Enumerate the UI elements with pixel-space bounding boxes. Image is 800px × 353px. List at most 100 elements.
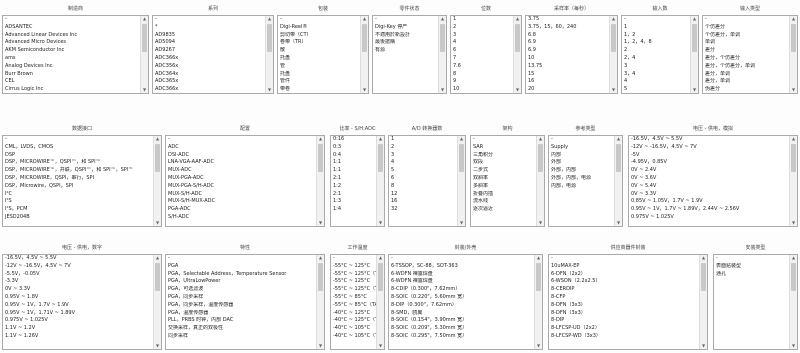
scroll-up-arrow-icon[interactable]: ▲	[615, 136, 622, 142]
filter-option[interactable]: 0.95V ~ 1V，1.7V ~ 1.89V，2.44V ~ 2.56V	[629, 206, 789, 214]
scrollbar[interactable]: ▲ ▼	[513, 16, 521, 93]
scroll-thumb[interactable]	[318, 263, 323, 291]
filter-option[interactable]: LNA-VGA-AAF-ADC	[166, 159, 316, 167]
filter-option[interactable]: 0.975V ~ 1.025V	[3, 317, 153, 325]
filter-option[interactable]: 10	[526, 55, 609, 63]
scroll-thumb[interactable]	[378, 144, 383, 172]
filter-option[interactable]: ADC	[166, 144, 316, 152]
filter-option[interactable]: -	[703, 16, 789, 24]
scroll-down-arrow-icon[interactable]: ▼	[458, 220, 465, 226]
filter-option[interactable]: 3.75，15，60，240	[526, 24, 609, 32]
filter-option[interactable]: 单调	[703, 39, 789, 47]
filter-option[interactable]: ADC365x	[153, 78, 265, 86]
filter-option[interactable]: -55°C ~ 125°C（TA）	[331, 271, 376, 279]
scroll-up-arrow-icon[interactable]: ▲	[317, 136, 324, 142]
filter-option[interactable]: -12V ~ -16.5V，4.5V ~ 7V	[3, 263, 153, 271]
filter-option[interactable]: -	[331, 255, 376, 263]
filter-option[interactable]: PGA，可选滤波	[166, 286, 316, 294]
filter-option[interactable]: DSP，MICROWIRE，QSPI，串行，SPI	[3, 175, 153, 183]
filter-option[interactable]: DSP	[3, 152, 153, 160]
scroll-down-arrow-icon[interactable]: ▼	[154, 343, 161, 349]
filter-option[interactable]: MUX-ADC	[166, 167, 316, 175]
filter-option[interactable]: 3，4	[622, 71, 690, 79]
scrollbar[interactable]: ▲ ▼	[438, 16, 446, 93]
filter-option[interactable]: 0.85V ~ 1.05V，1.7V ~ 1.9V	[629, 198, 789, 206]
filter-option[interactable]: 1:3	[331, 198, 376, 206]
filter-listbox[interactable]: - 个仿差分 个仿差分，单调 单调 差分 差分，个仿差分 差分，个仿差分，单调 差分，单调 差分…	[702, 15, 798, 94]
scroll-down-arrow-icon[interactable]: ▼	[377, 343, 384, 349]
filter-option[interactable]: -	[278, 16, 360, 24]
filter-listbox[interactable]: 3.75 3.75，15，60，240 6.8 6.9 6.9 10 13.75 15 16 20…	[525, 15, 618, 94]
filter-option[interactable]: -16.5V，4.5V ~ 5.5V	[3, 255, 153, 263]
filter-option[interactable]: 6-WSON（2.2x2.5）	[549, 278, 699, 286]
filter-option[interactable]: 4	[451, 39, 513, 47]
filter-option[interactable]: 8-SMD，鸥翼	[389, 310, 534, 318]
filter-option[interactable]: Digi-Reel®	[278, 24, 360, 32]
filter-listbox[interactable]: - PGA PGA，Selectable Address，Temperature S…	[165, 254, 325, 350]
filter-option[interactable]: 1	[389, 136, 457, 144]
filter-option[interactable]: -	[3, 16, 140, 24]
filter-option[interactable]: -5V	[629, 152, 789, 160]
filter-option[interactable]: I²S，PCM	[3, 206, 153, 214]
scroll-up-arrow-icon[interactable]: ▲	[610, 16, 617, 22]
filter-listbox[interactable]: -6-TSSOP，SC-88，SOT-363 6-WDFN 裸露焊盘 6-WDFN …	[388, 254, 543, 350]
filter-option[interactable]: PGA，同步采样	[166, 294, 316, 302]
filter-option[interactable]: PGA，UltraLowPower	[166, 278, 316, 286]
filter-option[interactable]: -	[389, 255, 534, 263]
filter-option[interactable]: 7	[451, 55, 513, 63]
scroll-down-arrow-icon[interactable]: ▼	[317, 343, 324, 349]
filter-option[interactable]: 差分，个仿差分，单调	[703, 63, 789, 71]
filter-option[interactable]: 三角积分	[471, 152, 536, 160]
filter-option[interactable]: 0:3	[331, 144, 376, 152]
filter-option[interactable]: 10	[451, 86, 513, 93]
filter-option[interactable]: 8-SOIC（0.295"，7.50mm 宽）	[389, 333, 534, 341]
scroll-down-arrow-icon[interactable]: ▼	[317, 220, 324, 226]
scrollbar[interactable]: ▲ ▼	[789, 136, 797, 226]
filter-option[interactable]: 双段	[471, 159, 536, 167]
scroll-down-arrow-icon[interactable]: ▼	[154, 220, 161, 226]
filter-option[interactable]: 8	[451, 71, 513, 79]
scrollbar[interactable]: ▲ ▼	[690, 16, 698, 93]
scroll-up-arrow-icon[interactable]: ▲	[317, 255, 324, 261]
filter-option[interactable]: 8-DFN（3x3）	[549, 310, 699, 318]
filter-option[interactable]: 管	[278, 63, 360, 71]
scrollbar[interactable]: ▲ ▼	[376, 136, 384, 226]
filter-option[interactable]: 伪差分	[703, 86, 789, 93]
scroll-down-arrow-icon[interactable]: ▼	[535, 343, 542, 349]
filter-option[interactable]: PGA-ADC	[166, 206, 316, 214]
scroll-up-arrow-icon[interactable]: ▲	[514, 16, 521, 22]
filter-option[interactable]: 6	[451, 47, 513, 55]
scrollbar[interactable]: ▲ ▼	[153, 136, 161, 226]
filter-option[interactable]: 管件	[278, 78, 360, 86]
filter-option[interactable]: -	[471, 136, 536, 144]
scrollbar[interactable]: ▲ ▼	[140, 16, 148, 93]
scroll-down-arrow-icon[interactable]: ▼	[610, 87, 617, 93]
filter-option[interactable]: PGA	[166, 263, 316, 271]
filter-option[interactable]: 二步式	[471, 167, 536, 175]
filter-option[interactable]: 流水线	[471, 198, 536, 206]
filter-option[interactable]: 内部	[549, 152, 614, 160]
filter-listbox[interactable]: - * AD9835 AD5094 AD9267 ADC366x ADC356x ADC364…	[152, 15, 274, 94]
filter-option[interactable]: 8-SOIC（0.154"，3.90mm 宽）	[389, 317, 534, 325]
scroll-up-arrow-icon[interactable]: ▲	[790, 136, 797, 142]
filter-option[interactable]: 1.1V ~ 1.2V	[3, 325, 153, 333]
scrollbar[interactable]: ▲ ▼	[536, 136, 544, 226]
filter-option[interactable]: 0V ~ 3.6V	[629, 175, 789, 183]
scroll-down-arrow-icon[interactable]: ▼	[700, 343, 707, 349]
scroll-down-arrow-icon[interactable]: ▼	[537, 220, 544, 226]
filter-option[interactable]: PGA，Selectable Address，Temperature Senso…	[166, 271, 316, 279]
filter-option[interactable]: 差分，单调	[703, 71, 789, 79]
filter-option[interactable]: 差分	[703, 47, 789, 55]
filter-listbox[interactable]: -16.5V，4.5V ~ 5.5V -12V ~ -16.5V，4.5V ~ 7…	[628, 135, 798, 227]
scroll-up-arrow-icon[interactable]: ▲	[154, 255, 161, 261]
filter-option[interactable]: PGA，同步采样，温度传感器	[166, 302, 316, 310]
filter-option[interactable]: ams	[3, 55, 140, 63]
filter-option[interactable]: 多斜率	[471, 183, 536, 191]
filter-option[interactable]: 20	[526, 86, 609, 93]
filter-option[interactable]: 6.9	[526, 47, 609, 55]
filter-option[interactable]: 8	[389, 183, 457, 191]
scroll-down-arrow-icon[interactable]: ▼	[266, 87, 273, 93]
filter-option[interactable]: 1	[622, 24, 690, 32]
filter-option[interactable]: 同步采样	[166, 333, 316, 341]
scroll-up-arrow-icon[interactable]: ▲	[691, 16, 698, 22]
